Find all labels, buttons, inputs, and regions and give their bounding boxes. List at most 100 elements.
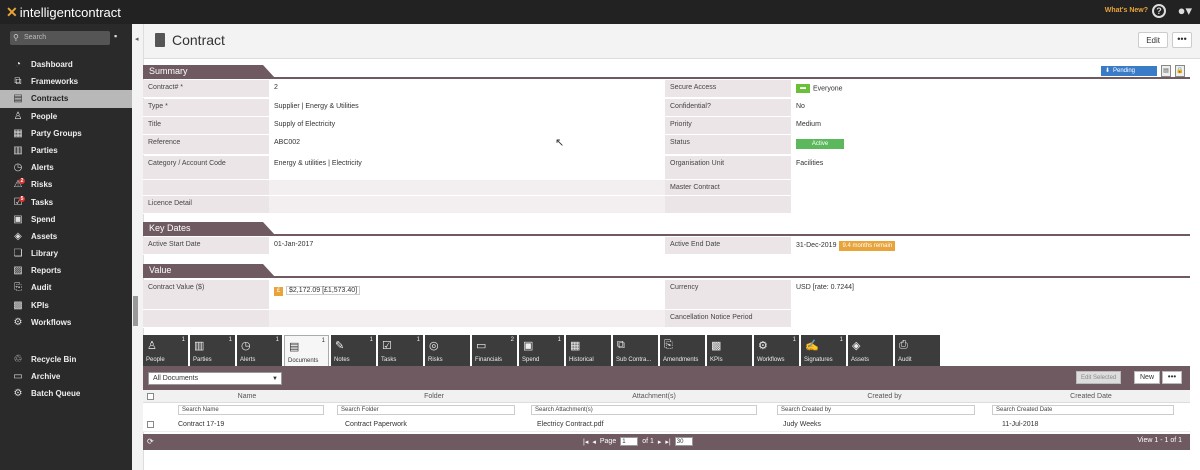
tab-financials[interactable]: ▭ 2 Financials bbox=[472, 335, 517, 366]
pending-status-button[interactable]: ⬇ Pending bbox=[1101, 66, 1157, 76]
tab-parties[interactable]: ▥ 1 Parties bbox=[190, 335, 235, 366]
next-page-icon[interactable]: ▸ bbox=[658, 438, 662, 446]
search-created-by-input[interactable]: Search Created by bbox=[777, 405, 975, 415]
documents-more-button[interactable]: ••• bbox=[1162, 371, 1182, 384]
tab-label: Signatures bbox=[804, 357, 833, 363]
column-header-folder[interactable]: Folder bbox=[337, 393, 531, 400]
column-header-attachments[interactable]: Attachment(s) bbox=[531, 393, 777, 400]
edit-selected-button[interactable]: Edit Selected bbox=[1076, 371, 1122, 384]
whats-new-link[interactable]: What's New? bbox=[1105, 7, 1148, 14]
cell-name[interactable]: Contract 17-19 bbox=[157, 421, 337, 428]
column-header-created-by[interactable]: Created by bbox=[777, 393, 992, 400]
sidebar-item-dashboard[interactable]: ◔ Dashboard bbox=[0, 56, 132, 73]
logo[interactable]: ✕ intelligentcontract bbox=[6, 4, 121, 21]
tab-risks[interactable]: ◎ Risks bbox=[425, 335, 470, 366]
related-tabs: ♙ 1 People ▥ 1 Parties ◷ 1 Alerts ▤ 1 Documents … bbox=[143, 335, 940, 367]
tab-label: Parties bbox=[193, 357, 212, 363]
resize-handle[interactable] bbox=[133, 296, 138, 326]
tab-alerts[interactable]: ◷ 1 Alerts bbox=[237, 335, 282, 366]
more-button[interactable]: ••• bbox=[1172, 32, 1192, 48]
search-name-input[interactable]: Search Name bbox=[178, 405, 325, 415]
value-row: Cancellation Notice Period bbox=[143, 310, 1190, 328]
last-page-icon[interactable]: ▸| bbox=[665, 438, 670, 446]
sidebar-item-people[interactable]: ♙ People bbox=[0, 108, 132, 125]
first-page-icon[interactable]: |◂ bbox=[583, 438, 588, 446]
sidebar-item-label: Party Groups bbox=[31, 128, 82, 138]
sidebar-item-label: Recycle Bin bbox=[31, 355, 77, 364]
sidebar-item-risks[interactable]: ⚠ 2 Risks bbox=[0, 176, 132, 193]
sidebar: ⚲ Search ▪ ◔ Dashboard ⧉ Frameworks ▤ Contr… bbox=[0, 24, 132, 470]
tab-amendments[interactable]: ⎘ Amendments bbox=[660, 335, 705, 366]
contracts-icon: ▤ bbox=[13, 93, 23, 105]
sidebar-item-frameworks[interactable]: ⧉ Frameworks bbox=[0, 73, 132, 90]
tab-people[interactable]: ♙ 1 People bbox=[143, 335, 188, 366]
tab-notes[interactable]: ✎ 1 Notes bbox=[331, 335, 376, 366]
tab-signatures[interactable]: ✍ 1 Signatures bbox=[801, 335, 846, 366]
sidebar-item-tasks[interactable]: ☑ 5 Tasks bbox=[0, 194, 132, 211]
sidebar-search-input[interactable]: ⚲ Search bbox=[10, 31, 110, 45]
search-folder-cell: Search Folder bbox=[337, 405, 531, 415]
field-value-empty bbox=[269, 310, 665, 327]
sidebar-item-label: Assets bbox=[31, 231, 58, 241]
tab-workflows[interactable]: ⚙ 1 Workflows bbox=[754, 335, 799, 366]
notes-icon: ✎ bbox=[335, 340, 345, 352]
section-divider bbox=[143, 276, 1190, 278]
refresh-icon[interactable]: ⟳ bbox=[147, 437, 154, 446]
tab-sub-contracts[interactable]: ⧉ Sub Contra... bbox=[613, 335, 658, 366]
search-attachments-input[interactable]: Search Attachment(s) bbox=[531, 405, 758, 415]
select-all-checkbox[interactable] bbox=[143, 392, 157, 400]
master-contract-value bbox=[791, 180, 1190, 195]
sidebar-item-batch-queue[interactable]: ⚙ Batch Queue bbox=[0, 385, 132, 402]
new-document-button[interactable]: New bbox=[1134, 371, 1161, 384]
contract-doc-icon bbox=[155, 33, 165, 47]
cell-attachment[interactable]: Electricy Contract.pdf bbox=[531, 421, 777, 428]
prev-page-icon[interactable]: ◂ bbox=[592, 438, 596, 446]
sidebar-item-archive[interactable]: ▭ Archive bbox=[0, 368, 132, 385]
collapse-arrow-icon[interactable]: ◂ bbox=[135, 35, 139, 43]
sidebar-item-alerts[interactable]: ◷ Alerts bbox=[0, 159, 132, 176]
page-size-select[interactable]: 30 bbox=[674, 437, 693, 446]
tab-kpis[interactable]: ▩ KPIs bbox=[707, 335, 752, 366]
sidebar-item-reports[interactable]: ▨ Reports bbox=[0, 262, 132, 279]
tab-spend[interactable]: ▣ 1 Spend bbox=[519, 335, 564, 366]
tab-audit[interactable]: ⎙ Audit bbox=[895, 335, 940, 366]
lock-icon[interactable]: 🔒 bbox=[1175, 65, 1185, 77]
sidebar-item-contracts[interactable]: ▤ Contracts bbox=[0, 90, 132, 108]
help-icon[interactable]: ? bbox=[1152, 4, 1166, 18]
sidebar-item-party-groups[interactable]: ▦ Party Groups bbox=[0, 125, 132, 142]
documents-filter-select[interactable]: All Documents ▼ bbox=[148, 372, 282, 385]
user-menu-icon[interactable]: ●▾ bbox=[1178, 3, 1192, 19]
sidebar-item-parties[interactable]: ▥ Parties bbox=[0, 142, 132, 159]
print-icon[interactable]: ▤ bbox=[1161, 65, 1171, 77]
summary-row: Reference ABC002 Status Active bbox=[143, 135, 1190, 155]
tab-documents[interactable]: ▤ 1 Documents bbox=[284, 335, 329, 367]
tab-label: Spend bbox=[522, 357, 540, 363]
table-row[interactable]: Contract 17-19 Contract Paperwork Electr… bbox=[143, 417, 1190, 432]
tab-label: Documents bbox=[288, 358, 319, 364]
search-folder-input[interactable]: Search Folder bbox=[337, 405, 516, 415]
search-created-date-input[interactable]: Search Created Date bbox=[992, 405, 1175, 415]
tab-assets[interactable]: ◈ Assets bbox=[848, 335, 893, 366]
sidebar-item-assets[interactable]: ◈ Assets bbox=[0, 228, 132, 245]
sidebar-item-spend[interactable]: ▣ Spend bbox=[0, 211, 132, 228]
column-header-name[interactable]: Name bbox=[157, 393, 337, 400]
row-checkbox[interactable] bbox=[143, 420, 157, 428]
sidebar-item-recycle-bin[interactable]: ♲ Recycle Bin bbox=[0, 351, 132, 368]
edit-button[interactable]: Edit bbox=[1138, 32, 1168, 48]
sidebar-item-audit[interactable]: ⎘ Audit bbox=[0, 279, 132, 296]
batch-queue-icon: ⚙ bbox=[13, 388, 23, 400]
field-label: Status bbox=[665, 135, 791, 154]
sidebar-item-library[interactable]: ❏ Library bbox=[0, 245, 132, 262]
sidebar-item-kpis[interactable]: ▩ KPIs bbox=[0, 297, 132, 314]
tab-tasks[interactable]: ☑ 1 Tasks bbox=[378, 335, 423, 366]
field-label: Title bbox=[143, 117, 269, 134]
sidebar-filter-icon[interactable]: ▪ bbox=[114, 31, 124, 43]
tab-label: Alerts bbox=[240, 357, 256, 363]
sidebar-item-label: Audit bbox=[31, 283, 52, 293]
field-label: Active Start Date bbox=[143, 237, 269, 254]
sidebar-item-workflows[interactable]: ⚙ Workflows bbox=[0, 314, 132, 331]
column-header-created-date[interactable]: Created Date bbox=[992, 393, 1190, 400]
tab-historical[interactable]: ▦ Historical bbox=[566, 335, 611, 366]
documents-filter-value: All Documents bbox=[153, 375, 199, 382]
page-number-input[interactable]: 1 bbox=[620, 437, 639, 446]
